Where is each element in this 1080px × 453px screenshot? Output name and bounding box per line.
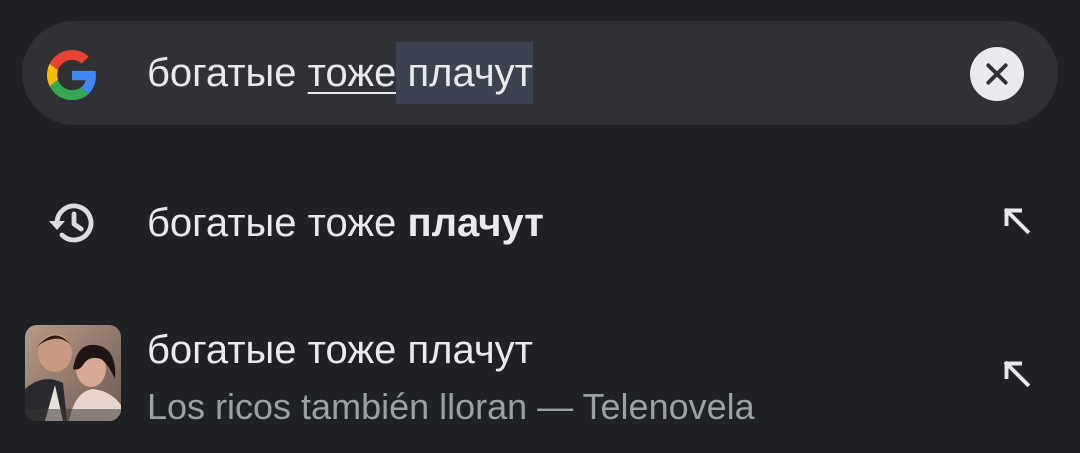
google-g-icon: [47, 50, 96, 100]
close-icon: [986, 63, 1008, 85]
fill-query-button[interactable]: [990, 347, 1044, 401]
suggestion-item-entity[interactable]: богатые тоже плачут Los ricos también ll…: [0, 305, 1080, 445]
clear-button[interactable]: [970, 47, 1024, 101]
thumbnail-image: [25, 325, 121, 421]
query-text-prefix: богатые: [147, 51, 308, 95]
suggestion-text: богатые тоже плачут: [147, 200, 544, 246]
query-text-selected: плачут: [396, 42, 533, 104]
search-input[interactable]: богатые тоже плачут: [147, 42, 533, 104]
suggestion-text-normal: богатые тоже: [147, 201, 408, 245]
suggestion-text: богатые тоже плачут: [147, 328, 533, 372]
fill-query-button[interactable]: [990, 194, 1044, 248]
suggestion-subtitle: Los ricos también lloran — Telenovela: [147, 386, 755, 427]
arrow-up-left-icon: [1003, 360, 1031, 388]
arrow-up-left-icon: [1003, 207, 1031, 235]
query-text-composing: тоже: [307, 51, 397, 95]
suggestion-item-history[interactable]: богатые тоже плачут: [0, 172, 1080, 272]
suggestion-text-bold: плачут: [407, 201, 544, 245]
history-icon: [49, 203, 94, 243]
